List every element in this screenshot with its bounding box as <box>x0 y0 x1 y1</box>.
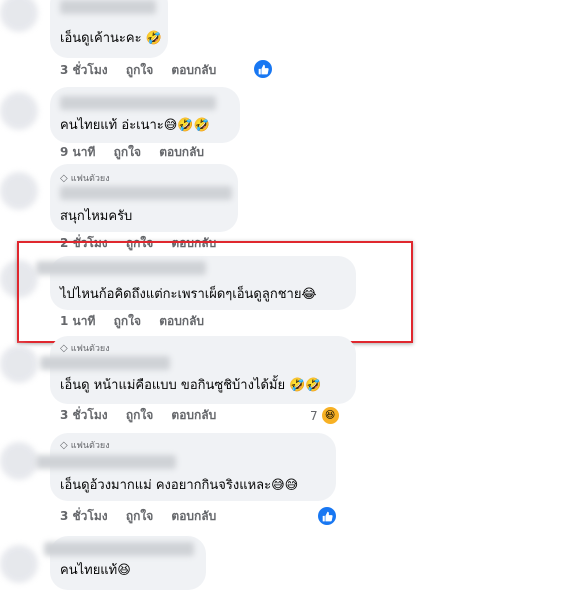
reply-button[interactable]: ตอบกลับ <box>171 408 216 422</box>
commenter-name[interactable] <box>60 0 156 14</box>
commenter-name[interactable] <box>44 542 194 556</box>
comment-bubble: เอ็นดูเค้านะคะ 🤣 <box>50 0 168 58</box>
like-button[interactable]: ถูกใจ <box>126 63 153 77</box>
avatar[interactable] <box>0 345 38 383</box>
avatar[interactable] <box>0 442 38 480</box>
commenter-name[interactable] <box>60 96 216 110</box>
comment-time[interactable]: 9 นาที <box>60 145 95 159</box>
comment-time[interactable]: 3 ชั่วโมง <box>60 408 108 422</box>
reaction-summary[interactable] <box>252 58 274 80</box>
comment-text: คนไทยแท้😆 <box>60 563 131 578</box>
comment-text: เอ็นดูอ้วงมากแม่ คงอยากกินจริงแหละ😅😅 <box>60 478 299 493</box>
reply-button[interactable]: ตอบกลับ <box>171 509 216 523</box>
avatar[interactable] <box>0 545 38 583</box>
diamond-icon: ◇ <box>60 440 68 451</box>
reply-button[interactable]: ตอบกลับ <box>159 145 204 159</box>
thumbs-up-icon <box>316 505 338 527</box>
comment-actions: 3 ชั่วโมง ถูกใจ ตอบกลับ <box>60 407 230 423</box>
diamond-icon: ◇ <box>60 343 68 354</box>
avatar[interactable] <box>0 172 38 210</box>
commenter-name[interactable] <box>36 455 176 469</box>
reaction-summary[interactable] <box>316 505 338 527</box>
comment-text: คนไทยแท้ อ่ะเนาะ😅🤣🤣 <box>60 118 210 133</box>
comment-time[interactable]: 3 ชั่วโมง <box>60 509 108 523</box>
commenter-name[interactable] <box>60 186 232 200</box>
comment-bubble: คนไทยแท้ อ่ะเนาะ😅🤣🤣 <box>50 87 240 143</box>
reaction-count: 7 <box>310 408 318 423</box>
like-button[interactable]: ถูกใจ <box>126 509 153 523</box>
reaction-summary[interactable]: 7 😆 <box>310 405 341 426</box>
fan-badge: ◇ แฟนตัวยง <box>60 440 110 451</box>
reply-button[interactable]: ตอบกลับ <box>171 63 216 77</box>
comment-time[interactable]: 3 ชั่วโมง <box>60 63 108 77</box>
comment-text: สนุกไหมครับ <box>60 209 133 224</box>
avatar[interactable] <box>0 92 38 130</box>
commenter-name[interactable] <box>40 356 170 370</box>
comment-bubble: ◇ แฟนตัวยง เอ็นดู หน้าแม่คือแบบ ขอกินซูชิ… <box>40 336 356 404</box>
comment-text: เอ็นดูเค้านะคะ 🤣 <box>60 31 162 46</box>
fan-badge: ◇ แฟนตัวยง <box>60 173 110 184</box>
avatar[interactable] <box>0 0 38 32</box>
comment-actions: 3 ชั่วโมง ถูกใจ ตอบกลับ <box>60 62 230 78</box>
comment-actions: 3 ชั่วโมง ถูกใจ ตอบกลับ <box>60 508 230 524</box>
comment-bubble: ◇ แฟนตัวยง เอ็นดูอ้วงมากแม่ คงอยากกินจริง… <box>36 433 336 501</box>
diamond-icon: ◇ <box>60 173 68 184</box>
highlight-box <box>17 241 413 343</box>
fan-badge: ◇ แฟนตัวยง <box>60 343 110 354</box>
comment-text: เอ็นดู หน้าแม่คือแบบ ขอกินซูชิบ้างได้มั้… <box>60 378 322 393</box>
comment-bubble: คนไทยแท้😆 <box>44 536 206 590</box>
like-button[interactable]: ถูกใจ <box>114 145 141 159</box>
comment-bubble: ◇ แฟนตัวยง สนุกไหมครับ <box>50 164 238 232</box>
thumbs-up-icon <box>252 58 274 80</box>
comment-actions: 9 นาที ถูกใจ ตอบกลับ <box>60 144 218 160</box>
laughing-face-icon: 😆 <box>319 405 341 426</box>
like-button[interactable]: ถูกใจ <box>126 408 153 422</box>
